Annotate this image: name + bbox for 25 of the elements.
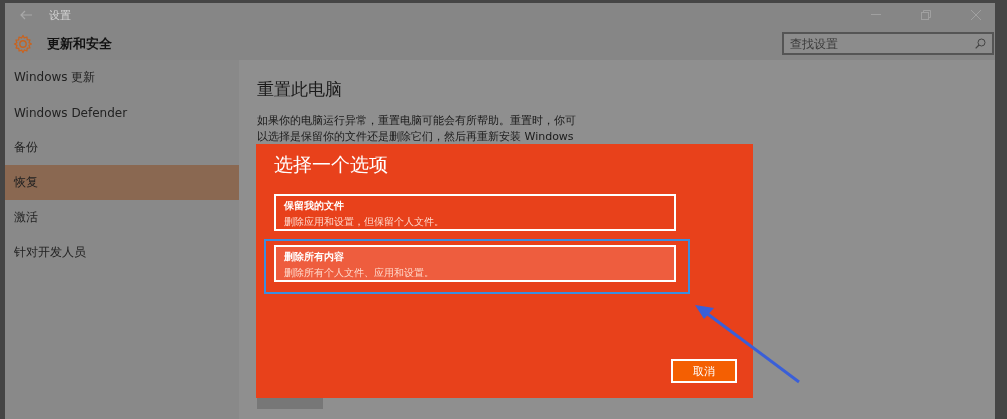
option-description: 删除所有个人文件、应用和设置。 xyxy=(284,266,435,280)
sidebar-item[interactable]: 备份 xyxy=(5,130,239,165)
sidebar-item[interactable]: 针对开发人员 xyxy=(5,235,239,270)
option-description: 删除应用和设置，但保留个人文件。 xyxy=(284,215,445,229)
cancel-button[interactable]: 取消 xyxy=(671,359,737,383)
back-arrow-icon[interactable] xyxy=(19,10,33,20)
search-field[interactable]: 查找设置 xyxy=(782,32,994,55)
description-text: 以选择是保留你的文件还是删除它们，然后再重新安装 Windows xyxy=(257,129,575,145)
option-button[interactable]: 保留我的文件 删除应用和设置，但保留个人文件。 xyxy=(274,194,676,231)
window-title: 设置 xyxy=(49,7,71,23)
sidebar-item[interactable]: 恢复 xyxy=(5,165,239,200)
restore-icon[interactable] xyxy=(921,10,931,20)
page-heading: 重置此电脑 xyxy=(257,78,343,101)
search-icon xyxy=(975,38,986,49)
close-icon[interactable] xyxy=(971,10,981,20)
sidebar-item[interactable]: 激活 xyxy=(5,200,239,235)
option-title: 删除所有内容 xyxy=(284,250,345,264)
section-title: 更新和安全 xyxy=(47,34,112,53)
sidebar-item[interactable]: Windows Defender xyxy=(5,95,239,130)
gear-icon xyxy=(13,33,33,54)
dialog-title: 选择一个选项 xyxy=(274,152,389,177)
description-text: 如果你的电脑运行异常，重置电脑可能会有所帮助。重置时，你可 xyxy=(257,113,577,129)
option-title: 保留我的文件 xyxy=(284,199,345,213)
option-button[interactable]: 删除所有内容 删除所有个人文件、应用和设置。 xyxy=(274,245,676,282)
sidebar-item[interactable]: Windows 更新 xyxy=(5,60,239,95)
